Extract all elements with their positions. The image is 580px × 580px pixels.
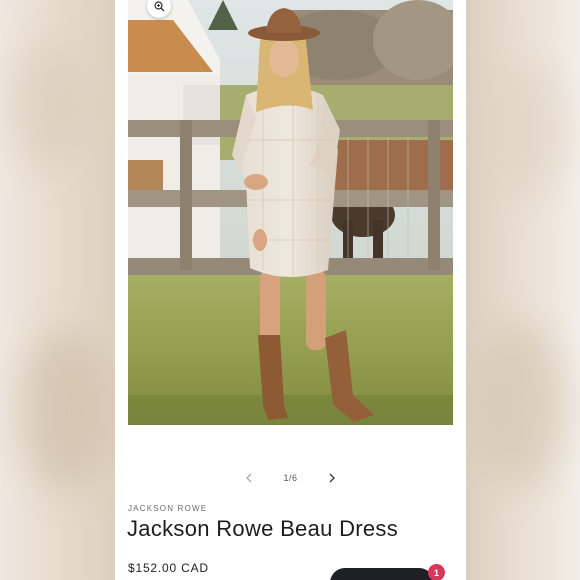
chat-badge: 1 bbox=[428, 564, 445, 580]
chat-button[interactable] bbox=[330, 568, 434, 580]
chevron-right-icon bbox=[329, 473, 335, 483]
chevron-left-icon bbox=[246, 473, 252, 483]
backdrop-right bbox=[465, 0, 580, 580]
product-price: $152.00 CAD bbox=[128, 561, 209, 575]
gallery-counter: 1/6 bbox=[283, 473, 298, 483]
prev-image-button[interactable] bbox=[241, 470, 257, 486]
product-page: 1/6 JACKSON ROWE Jackson Rowe Beau Dress… bbox=[115, 0, 466, 580]
gallery-pager: 1/6 bbox=[115, 469, 466, 487]
next-image-button[interactable] bbox=[324, 470, 340, 486]
product-vendor: JACKSON ROWE bbox=[128, 504, 208, 513]
zoom-in-icon bbox=[153, 0, 164, 11]
product-title: Jackson Rowe Beau Dress bbox=[127, 516, 399, 541]
backdrop-left bbox=[0, 0, 115, 580]
product-photo[interactable] bbox=[128, 0, 453, 425]
